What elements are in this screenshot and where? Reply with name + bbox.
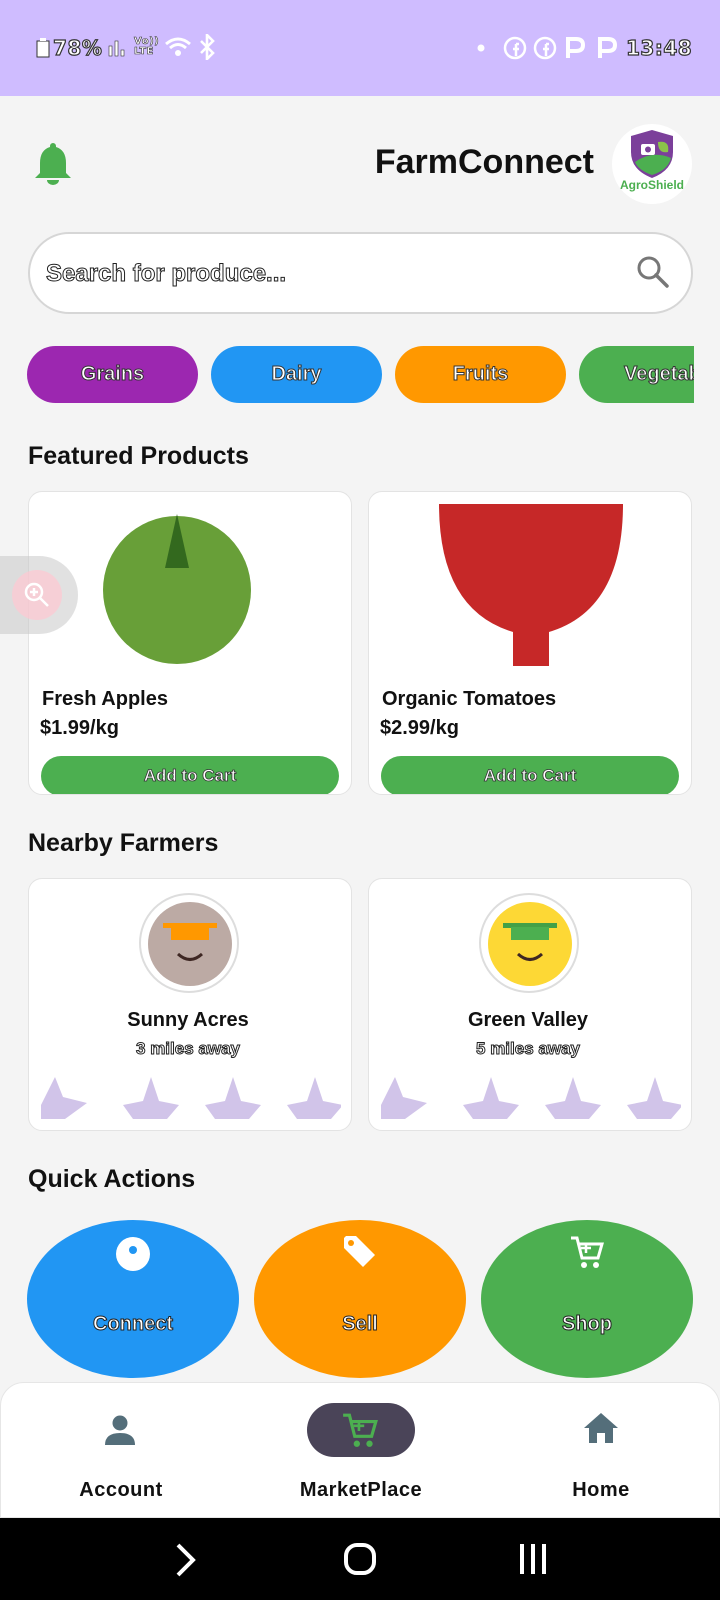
nav-label: Account	[79, 1479, 163, 1501]
nav-home[interactable]: Home	[481, 1383, 720, 1519]
chip-fruits[interactable]: Fruits	[395, 346, 566, 403]
logo-text: AgroShield	[619, 178, 684, 192]
product-price: $1.99/kg	[40, 717, 119, 739]
p-icon	[598, 37, 618, 58]
nav-marketplace[interactable]: MarketPlace	[241, 1383, 481, 1519]
product-card[interactable]: Fresh Apples $1.99/kg Add to Cart	[28, 491, 352, 795]
action-label: Sell	[342, 1313, 379, 1336]
farmer-face	[488, 902, 572, 986]
facebook-icon	[533, 36, 557, 60]
agroshield-logo[interactable]: AgroShield	[612, 124, 692, 204]
connect-icon	[116, 1237, 150, 1271]
signal-icon	[108, 40, 125, 57]
cart-icon	[571, 1236, 604, 1268]
star-icon	[381, 1077, 427, 1119]
product-card[interactable]: Organic Tomatoes $2.99/kg Add to Cart	[368, 491, 692, 795]
farmer-face	[148, 902, 232, 986]
chip-vegetables[interactable]: Vegetab	[579, 346, 694, 403]
clock: 13:48	[625, 35, 693, 60]
add-to-cart-button[interactable]: Add to Cart	[41, 756, 339, 794]
person-icon	[105, 1415, 135, 1445]
wifi-icon	[165, 37, 191, 56]
dot-icon	[477, 44, 485, 52]
category-chips: Grains Dairy Fruits Vegetab	[0, 346, 694, 406]
zoom-in-icon	[24, 582, 49, 607]
search-bar[interactable]	[28, 232, 693, 314]
farmer-name: Sunny Acres	[127, 1009, 249, 1031]
action-label: Connect	[93, 1313, 174, 1336]
zoom-button-bubble	[12, 570, 62, 620]
app-title: FarmConnect	[374, 143, 594, 181]
bell-icon[interactable]	[33, 141, 73, 185]
back-chevron-icon[interactable]	[174, 1542, 198, 1578]
featured-products-title: Featured Products	[28, 442, 249, 470]
farmer-card[interactable]: Green Valley 5 miles away	[368, 878, 692, 1131]
rating-stars	[381, 1077, 681, 1119]
product-name: Fresh Apples	[42, 688, 168, 710]
product-name: Organic Tomatoes	[382, 688, 557, 710]
add-to-cart-button[interactable]: Add to Cart	[381, 756, 679, 794]
farmer-distance: 3 miles away	[136, 1039, 241, 1059]
action-label: Shop	[562, 1313, 613, 1336]
farmer-avatar	[479, 893, 579, 993]
star-icon	[287, 1077, 341, 1119]
star-icon	[41, 1077, 87, 1119]
tomato-image	[439, 504, 623, 666]
cart-icon	[343, 1413, 378, 1447]
chip-grains[interactable]: Grains	[27, 346, 198, 403]
shop-action-button[interactable]: Shop	[481, 1220, 693, 1378]
status-bar: 78% Vo)) LTE 13:48	[0, 0, 720, 96]
tag-icon	[344, 1236, 375, 1267]
star-icon	[123, 1077, 179, 1119]
facebook-icon	[503, 36, 527, 60]
p-icon	[566, 37, 586, 58]
farmer-distance: 5 miles away	[476, 1039, 581, 1059]
rating-stars	[41, 1077, 341, 1119]
nav-label: Home	[572, 1479, 630, 1501]
floating-zoom-button[interactable]	[0, 556, 78, 634]
star-icon	[545, 1077, 601, 1119]
connect-action-button[interactable]: Connect	[27, 1220, 239, 1378]
nearby-farmers-title: Nearby Farmers	[28, 829, 219, 857]
home-icon	[584, 1413, 618, 1443]
star-icon	[205, 1077, 261, 1119]
nav-label: MarketPlace	[299, 1479, 423, 1501]
app-screen: 78% Vo)) LTE 13:48 FarmConnect AgroShiel…	[0, 0, 720, 1600]
bluetooth-icon	[200, 34, 215, 60]
recent-apps-icon[interactable]	[518, 1542, 548, 1576]
farmer-card[interactable]: Sunny Acres 3 miles away	[28, 878, 352, 1131]
chip-dairy[interactable]: Dairy	[211, 346, 382, 403]
farmer-name: Green Valley	[467, 1009, 589, 1031]
shield-icon	[631, 130, 673, 178]
star-icon	[627, 1077, 681, 1119]
farmer-avatar	[139, 893, 239, 993]
battery-icon	[36, 38, 50, 58]
bottom-navigation: Account MarketPlace Home	[0, 1382, 720, 1518]
nav-account[interactable]: Account	[1, 1383, 241, 1519]
product-price: $2.99/kg	[380, 717, 459, 739]
apple-image	[103, 514, 251, 664]
network-type: Vo)) LTE	[134, 36, 160, 57]
quick-actions-title: Quick Actions	[28, 1165, 196, 1193]
system-navigation-bar	[0, 1518, 720, 1600]
search-input[interactable]	[46, 252, 606, 296]
search-icon[interactable]	[635, 254, 671, 290]
battery-level: 78%	[52, 35, 103, 60]
star-icon	[463, 1077, 519, 1119]
home-button-icon[interactable]	[343, 1542, 377, 1576]
sell-action-button[interactable]: Sell	[254, 1220, 466, 1378]
app-header: FarmConnect AgroShield	[0, 96, 720, 226]
